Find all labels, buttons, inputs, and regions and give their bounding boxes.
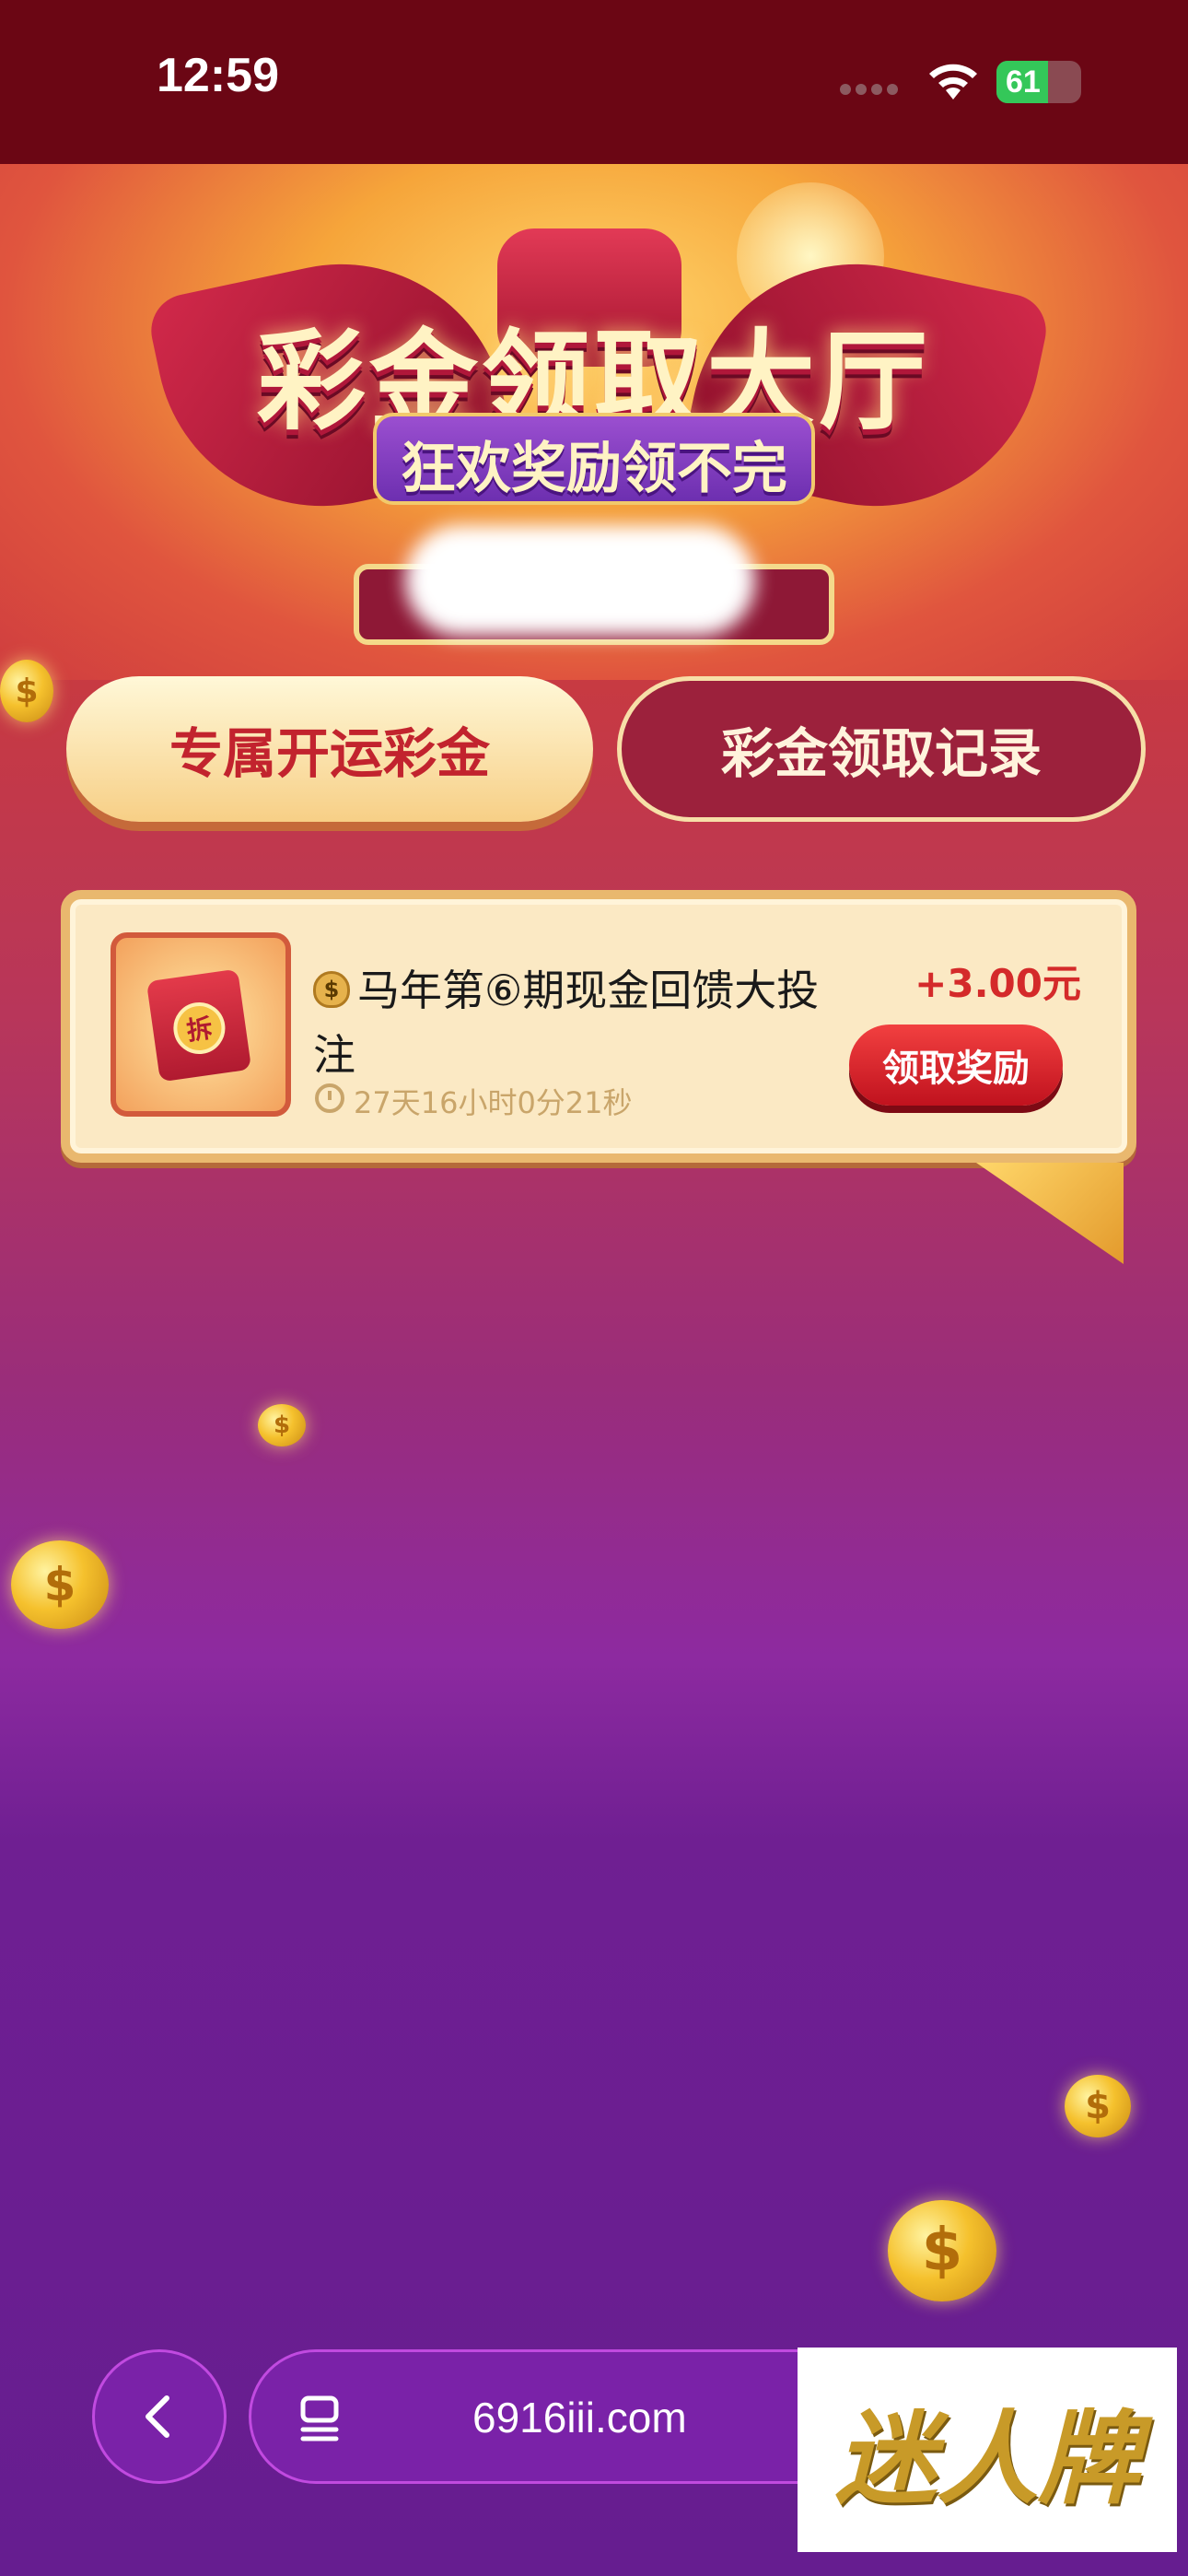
url-text[interactable]: 6916iii.com [472,2393,687,2442]
status-time: 12:59 [157,49,279,102]
gold-ribbon-decoration [976,1163,1124,1264]
claim-reward-button[interactable]: 领取奖励 [849,1025,1063,1106]
tab-exclusive-bonus[interactable]: 专属开运彩金 [66,676,593,822]
signal-dots-icon [840,81,904,95]
coin-icon: $ [11,1540,109,1629]
red-envelope-icon: 拆 [111,932,291,1117]
envelope-shape: 拆 [146,968,252,1083]
reward-amount: +3.00元 [914,961,1081,1006]
clock-icon [315,1083,344,1113]
status-bar: 12:59 61 [0,0,1188,164]
page-menu-icon[interactable] [296,2393,347,2444]
back-button[interactable] [92,2349,227,2484]
chevron-left-icon [146,2395,169,2438]
redacted-username [405,525,755,636]
battery-icon: 61 [996,61,1081,103]
reward-countdown: 27天16小时0分21秒 [354,1085,633,1120]
watermark-text: 迷人牌 [835,2400,1139,2518]
wifi-icon [929,64,977,100]
coin-icon: $ [258,1404,306,1446]
coin-icon: $ [888,2200,996,2301]
envelope-seal: 拆 [169,999,229,1058]
coin-icon: $ [0,660,53,722]
tab-bonus-history[interactable]: 彩金领取记录 [617,676,1146,822]
banner-subtitle: 狂欢奖励领不完 [401,437,787,501]
battery-percent: 61 [1006,64,1041,100]
reward-card: 拆 $ 马年第⑥期现金回馈大投注 27天16小时0分21秒 +3.00元 领取奖… [61,890,1136,1163]
coin-icon: $ [1065,2075,1131,2137]
watermark-logo: 迷人牌 [798,2348,1177,2552]
reward-title: 马年第⑥期现金回馈大投注 [313,966,820,1080]
